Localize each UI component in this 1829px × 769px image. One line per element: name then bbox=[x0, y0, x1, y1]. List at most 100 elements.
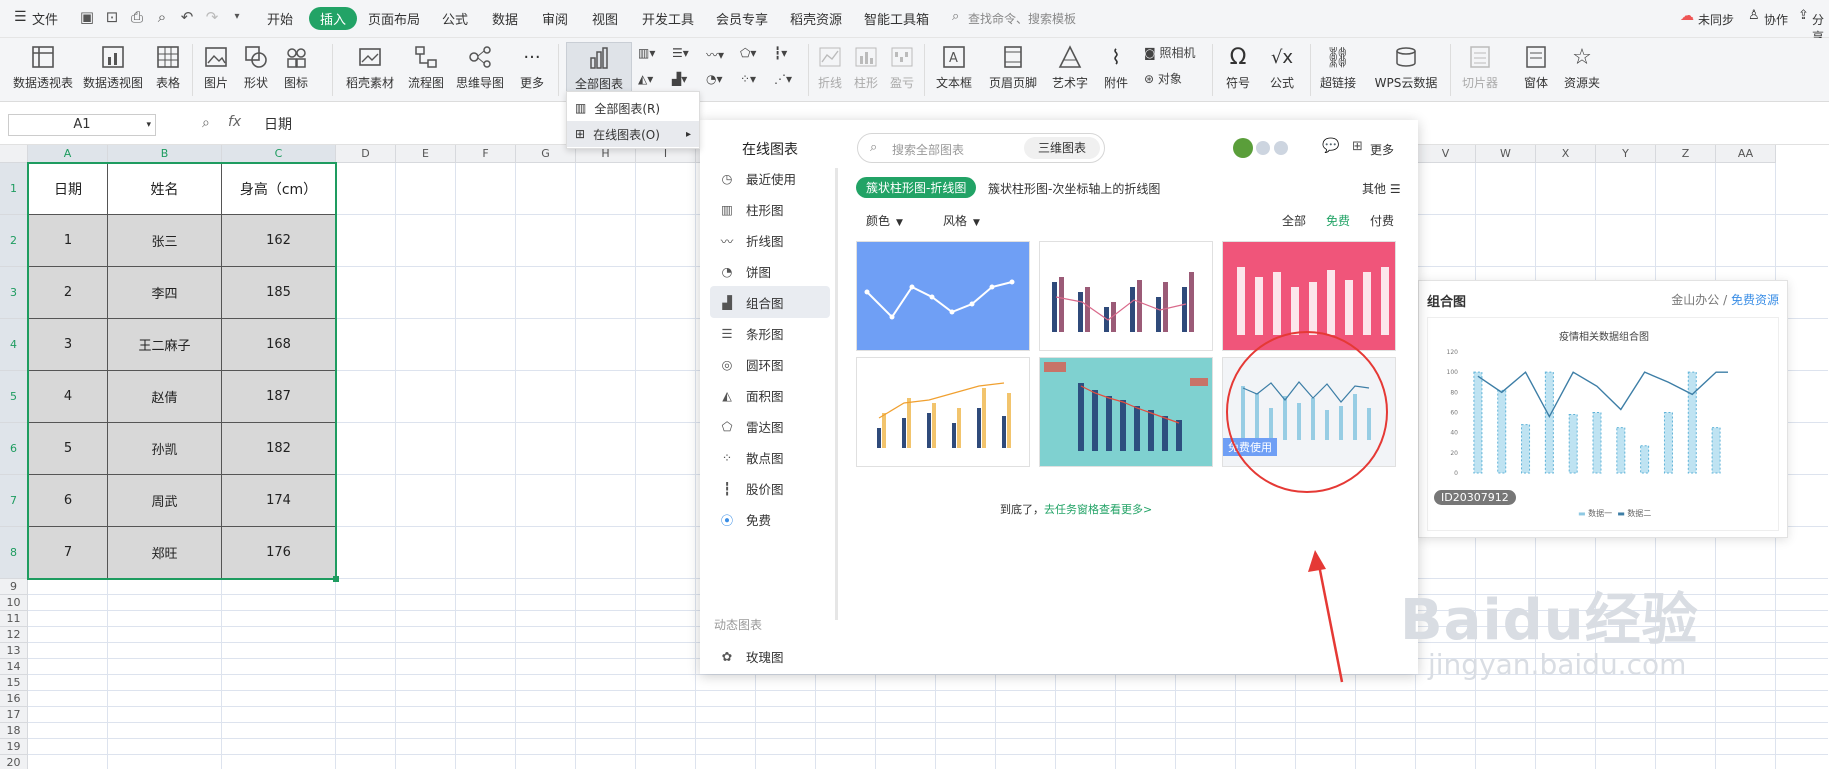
bar-chart-icon[interactable]: ☰▾ bbox=[672, 46, 689, 60]
slicer-button[interactable]: 切片器 bbox=[1456, 42, 1504, 91]
command-search[interactable]: 查找命令、搜索模板 bbox=[968, 10, 1076, 27]
redo-icon[interactable]: ↷ bbox=[203, 8, 221, 26]
row-header[interactable]: 6 bbox=[0, 423, 28, 475]
quick-access-dropdown-icon[interactable]: ▾ bbox=[228, 8, 246, 26]
menu-file[interactable]: 文件 bbox=[32, 9, 58, 28]
price-tab-all[interactable]: 全部 bbox=[1282, 212, 1306, 229]
tab-docer[interactable]: 稻壳资源 bbox=[790, 9, 842, 28]
column-header[interactable]: Z bbox=[1656, 145, 1716, 163]
resources-button[interactable]: ☆ 资源夹 bbox=[1560, 42, 1604, 91]
chat-icon[interactable]: 💬 bbox=[1322, 138, 1339, 154]
other-chart-icon[interactable]: ⋰▾ bbox=[774, 72, 792, 86]
sparkline-column-button[interactable]: 柱形 bbox=[850, 42, 882, 91]
column-header[interactable]: B bbox=[108, 145, 222, 163]
tab-data[interactable]: 数据 bbox=[492, 9, 518, 28]
area-chart-icon[interactable]: ◭▾ bbox=[638, 72, 653, 86]
row-header[interactable]: 16 bbox=[0, 691, 28, 707]
sparkline-line-button[interactable]: 折线 bbox=[814, 42, 846, 91]
tab-member[interactable]: 会员专享 bbox=[716, 9, 768, 28]
tab-home[interactable]: 开始 bbox=[267, 9, 293, 28]
select-all-corner[interactable] bbox=[0, 145, 28, 163]
sync-status[interactable]: 未同步 bbox=[1698, 11, 1734, 28]
collab-button[interactable]: 协作 bbox=[1764, 11, 1788, 28]
sidebar-item-column[interactable]: ▥ 柱形图 bbox=[710, 193, 830, 225]
form-button[interactable]: 窗体 bbox=[1516, 42, 1556, 91]
shape-button[interactable]: 形状 bbox=[238, 42, 274, 91]
pivot-table-button[interactable]: 数据透视表 bbox=[10, 42, 76, 91]
sidebar-item-pie[interactable]: ◔ 饼图 bbox=[710, 255, 830, 287]
print-icon[interactable]: ⎙ bbox=[128, 8, 146, 26]
picture-button[interactable]: 图片 bbox=[198, 42, 234, 91]
tab-page-layout[interactable]: 页面布局 bbox=[368, 9, 420, 28]
sidebar-item-stock[interactable]: ┇ 股价图 bbox=[710, 472, 830, 504]
tab-review[interactable]: 审阅 bbox=[542, 9, 568, 28]
color-dropdown[interactable]: 颜色 ▼ bbox=[866, 212, 903, 229]
scatter-chart-icon[interactable]: ⁘▾ bbox=[740, 72, 756, 86]
row-header[interactable]: 4 bbox=[0, 319, 28, 371]
row-header[interactable]: 10 bbox=[0, 595, 28, 611]
menu-item-all-charts[interactable]: ▥ 全部图表(R) bbox=[567, 95, 699, 121]
column-header[interactable]: W bbox=[1476, 145, 1536, 163]
menu-item-online-charts[interactable]: ⊞ 在线图表(O) ▸ bbox=[567, 121, 699, 147]
row-header[interactable]: 18 bbox=[0, 723, 28, 739]
sidebar-item-scatter[interactable]: ⁘ 散点图 bbox=[710, 441, 830, 473]
stock-chart-icon[interactable]: ┇▾ bbox=[774, 46, 787, 60]
row-header[interactable]: 15 bbox=[0, 675, 28, 691]
chart-search-box[interactable]: ⌕ 搜索全部图表 三维图表 bbox=[857, 133, 1105, 163]
filter-other[interactable]: 其他 ☰ bbox=[1362, 180, 1401, 197]
formula-input[interactable]: 日期 bbox=[264, 114, 292, 134]
hyperlink-button[interactable]: ⛓ 超链接 bbox=[1316, 42, 1360, 91]
column-header[interactable]: E bbox=[396, 145, 456, 163]
export-pdf-icon[interactable]: ⊡ bbox=[103, 8, 121, 26]
sidebar-item-free[interactable]: ⦿ 免费 bbox=[710, 503, 830, 535]
textbox-button[interactable]: A 文本框 bbox=[930, 42, 978, 91]
column-header[interactable]: F bbox=[456, 145, 516, 163]
tab-view[interactable]: 视图 bbox=[592, 9, 618, 28]
column-header[interactable]: V bbox=[1416, 145, 1476, 163]
sidebar-item-line[interactable]: 〰折线图 bbox=[710, 224, 830, 256]
row-header[interactable]: 1 bbox=[0, 163, 28, 215]
sidebar-item-ring[interactable]: ◎ 圆环图 bbox=[710, 348, 830, 380]
column-header[interactable]: D bbox=[336, 145, 396, 163]
sidebar-item-radar[interactable]: ⬠ 雷达图 bbox=[710, 410, 830, 442]
price-tab-paid[interactable]: 付费 bbox=[1370, 212, 1394, 229]
attachment-button[interactable]: ⌇ 附件 bbox=[1098, 42, 1134, 91]
docer-material-button[interactable]: 稻壳素材 bbox=[340, 42, 400, 91]
sidebar-scrollbar[interactable] bbox=[835, 168, 838, 620]
row-header[interactable]: 17 bbox=[0, 707, 28, 723]
sidebar-item-rose[interactable]: ✿ 玫瑰图 bbox=[710, 640, 830, 672]
mindmap-button[interactable]: 思维导图 bbox=[452, 42, 508, 91]
column-header[interactable]: Y bbox=[1596, 145, 1656, 163]
tab-3d-charts[interactable]: 三维图表 bbox=[1024, 137, 1100, 159]
filter-combo-column-line[interactable]: 簇状柱形图-折线图 bbox=[856, 177, 977, 198]
more-button[interactable]: ··· 更多 bbox=[512, 42, 552, 91]
column-header[interactable]: AA bbox=[1716, 145, 1776, 163]
row-header[interactable]: 2 bbox=[0, 215, 28, 267]
chart-template-multicolor-combo[interactable] bbox=[856, 357, 1030, 467]
row-header[interactable]: 12 bbox=[0, 627, 28, 643]
sidebar-item-bar[interactable]: ☰ 条形图 bbox=[710, 317, 830, 349]
all-charts-button[interactable]: 全部图表 bbox=[566, 42, 632, 94]
tab-developer[interactable]: 开发工具 bbox=[642, 9, 694, 28]
row-header[interactable]: 14 bbox=[0, 659, 28, 675]
fill-handle[interactable] bbox=[333, 576, 339, 582]
pie-chart-icon[interactable]: ◔▾ bbox=[706, 72, 723, 86]
name-box[interactable]: A1 ▾ bbox=[8, 114, 156, 136]
column-header[interactable]: C bbox=[222, 145, 336, 163]
chart-template-blue-line[interactable] bbox=[856, 241, 1030, 351]
panel-footer-link[interactable]: 去任务窗格查看更多> bbox=[1044, 503, 1152, 516]
formula-button[interactable]: √x 公式 bbox=[1262, 42, 1302, 91]
sidebar-item-recent[interactable]: ◷ 最近使用 bbox=[710, 162, 830, 194]
save-icon[interactable]: ▣ bbox=[78, 8, 96, 26]
flowchart-button[interactable]: 流程图 bbox=[404, 42, 448, 91]
preview-free-link[interactable]: 免费资源 bbox=[1731, 293, 1779, 307]
sidebar-item-area[interactable]: ◭ 面积图 bbox=[710, 379, 830, 411]
fx-icon[interactable]: fx bbox=[228, 114, 241, 130]
wps-cloud-button[interactable]: WPS云数据 bbox=[1368, 42, 1444, 91]
pivot-chart-button[interactable]: 数据透视图 bbox=[80, 42, 146, 91]
line-chart-icon[interactable]: 〰▾ bbox=[706, 46, 724, 63]
row-header[interactable]: 11 bbox=[0, 611, 28, 627]
hamburger-icon[interactable]: ☰ bbox=[14, 9, 27, 25]
print-preview-icon[interactable]: ⌕ bbox=[153, 8, 171, 26]
header-footer-button[interactable]: 页眉页脚 bbox=[984, 42, 1042, 91]
